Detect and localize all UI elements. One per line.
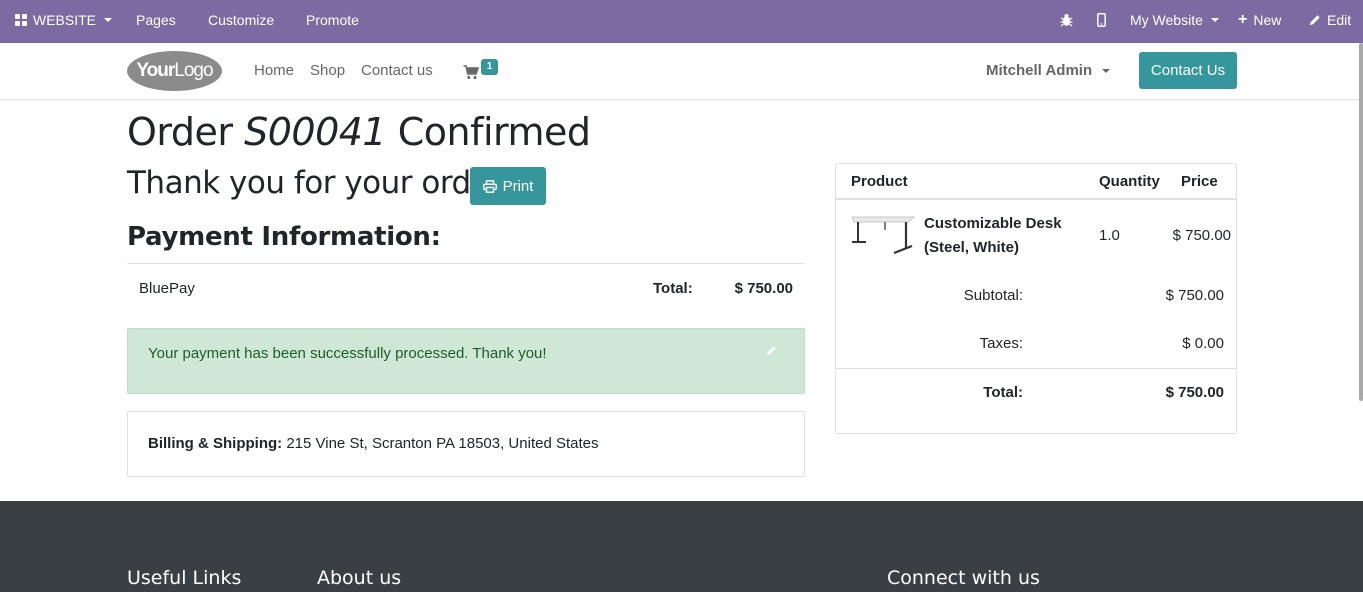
edit-label: Edit: [1327, 12, 1352, 28]
site-footer: Useful Links About us Connect with us: [0, 501, 1363, 592]
total-label: Total:: [983, 384, 1023, 401]
footer-connect-heading: Connect with us: [887, 567, 1040, 589]
cart-link[interactable]: [463, 59, 480, 85]
total-value: $ 750.00: [1165, 384, 1224, 401]
mobile-preview-button[interactable]: [1097, 0, 1106, 40]
subtotal-label: Subtotal:: [963, 287, 1023, 304]
pencil-icon: [1310, 15, 1320, 25]
website-admin-bar: WEBSITE Pages Customize Promote My Websi…: [0, 0, 1363, 43]
print-icon: [482, 179, 497, 193]
page-scrollbar[interactable]: [1359, 43, 1363, 401]
cart-count-badge: 1: [481, 59, 498, 75]
debug-button[interactable]: [1060, 0, 1073, 40]
billing-shipping-text: Billing & Shipping: 215 Vine St, Scranto…: [148, 435, 599, 452]
order-title-suffix: Confirmed: [397, 110, 591, 154]
product-name[interactable]: Customizable Desk (Steel, White): [924, 212, 1084, 260]
col-product: Product: [851, 173, 908, 190]
total-divider: [836, 368, 1236, 369]
payment-row: BluePay Total: $ 750.00: [127, 263, 805, 311]
logo-text-bold: Your: [136, 60, 175, 81]
customize-menu[interactable]: Customize: [208, 0, 274, 40]
payment-success-message: Your payment has been successfully proce…: [148, 345, 547, 362]
apps-grid-icon: [15, 14, 27, 26]
billing-shipping-card: Billing & Shipping: 215 Vine St, Scranto…: [127, 411, 805, 477]
subtotal-value: $ 750.00: [1165, 287, 1224, 304]
bug-icon: [1060, 14, 1073, 27]
nav-contact-us[interactable]: Contact us: [361, 62, 433, 79]
new-label: New: [1253, 12, 1282, 28]
shopping-cart-icon: [463, 65, 480, 79]
taxes-value: $ 0.00: [1182, 335, 1224, 352]
plus-icon: +: [1238, 11, 1248, 28]
payment-acquirer: BluePay: [139, 280, 195, 297]
payment-total-value: $ 750.00: [734, 280, 793, 297]
pencil-icon[interactable]: [766, 345, 777, 356]
caret-down-icon: [1102, 68, 1111, 73]
new-button[interactable]: + New: [1238, 0, 1281, 40]
product-thumbnail: [851, 216, 916, 255]
website-menu-label: WEBSITE: [33, 12, 97, 28]
site-logo[interactable]: Your Logo: [127, 51, 222, 91]
col-quantity: Quantity: [1099, 173, 1160, 190]
mobile-icon: [1097, 13, 1106, 27]
summary-header-row: Product Quantity Price: [836, 164, 1236, 200]
my-website-menu[interactable]: My Website: [1130, 0, 1219, 40]
print-label: Print: [502, 177, 534, 195]
payment-info-heading: Payment Information:: [127, 222, 441, 252]
contact-us-button[interactable]: Contact Us: [1139, 52, 1237, 89]
payment-total-label: Total:: [653, 280, 693, 297]
col-price: Price: [1181, 173, 1218, 190]
edit-button[interactable]: Edit: [1309, 0, 1351, 40]
logo-text: Logo: [174, 60, 213, 81]
site-header: Your Logo Home Shop Contact us 1 Mitchell…: [0, 43, 1363, 100]
order-title: Order S00041 Confirmed: [127, 110, 591, 154]
caret-down-icon: [104, 18, 113, 22]
payment-success-alert: Your payment has been successfully proce…: [127, 328, 805, 394]
nav-shop[interactable]: Shop: [310, 62, 345, 79]
nav-home[interactable]: Home: [254, 62, 294, 79]
taxes-label: Taxes:: [979, 335, 1023, 352]
print-button[interactable]: Print: [470, 167, 546, 205]
order-title-prefix: Order: [127, 110, 233, 154]
order-summary-table: Product Quantity Price Customizable Desk…: [835, 163, 1237, 434]
pages-menu[interactable]: Pages: [136, 0, 176, 40]
caret-down-icon: [1210, 18, 1219, 22]
thank-you-heading: Thank you for your order.: [127, 165, 509, 201]
promote-menu[interactable]: Promote: [306, 0, 359, 40]
order-reference: S00041: [244, 110, 387, 154]
billing-shipping-label: Billing & Shipping:: [148, 435, 283, 452]
product-quantity: 1.0: [1099, 227, 1120, 244]
footer-useful-links-heading: Useful Links: [127, 567, 242, 589]
user-menu[interactable]: Mitchell Admin: [986, 62, 1111, 79]
billing-address: 215 Vine St, Scranton PA 18503, United S…: [286, 435, 599, 452]
product-price: $ 750.00: [1172, 227, 1231, 244]
footer-about-us-heading: About us: [317, 567, 402, 589]
website-apps-menu[interactable]: WEBSITE: [15, 0, 113, 40]
my-website-label: My Website: [1130, 12, 1203, 28]
user-name: Mitchell Admin: [986, 62, 1093, 79]
